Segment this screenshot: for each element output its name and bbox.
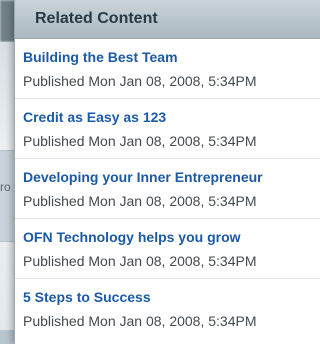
related-item-link[interactable]: Developing your Inner Entrepreneur [23, 168, 320, 186]
panel-title: Related Content [35, 10, 158, 27]
related-item-published: Published Mon Jan 08, 2008, 5:34PM [23, 192, 257, 209]
related-item: Developing your Inner Entrepreneur Publi… [15, 159, 320, 219]
related-item: 5 Steps to Success Published Mon Jan 08,… [15, 279, 320, 339]
related-item-published: Published Mon Jan 08, 2008, 5:34PM [23, 132, 257, 149]
background-edge-text: ro [0, 180, 11, 194]
related-item: Credit as Easy as 123 Published Mon Jan … [15, 99, 320, 159]
panel-header: Related Content [15, 0, 320, 39]
related-item-link[interactable]: Credit as Easy as 123 [23, 108, 320, 126]
related-item-published: Published Mon Jan 08, 2008, 5:34PM [23, 252, 257, 269]
related-item-link[interactable]: OFN Technology helps you grow [23, 228, 320, 246]
related-item-published: Published Mon Jan 08, 2008, 5:34PM [23, 313, 257, 329]
related-item: OFN Technology helps you grow Published … [15, 219, 320, 279]
related-content-panel: Related Content Building the Best Team P… [14, 0, 320, 344]
related-item-link[interactable]: Building the Best Team [23, 48, 320, 66]
related-item-link[interactable]: 5 Steps to Success [23, 288, 320, 306]
related-item-published: Published Mon Jan 08, 2008, 5:34PM [23, 72, 257, 89]
related-item: Building the Best Team Published Mon Jan… [15, 39, 320, 99]
